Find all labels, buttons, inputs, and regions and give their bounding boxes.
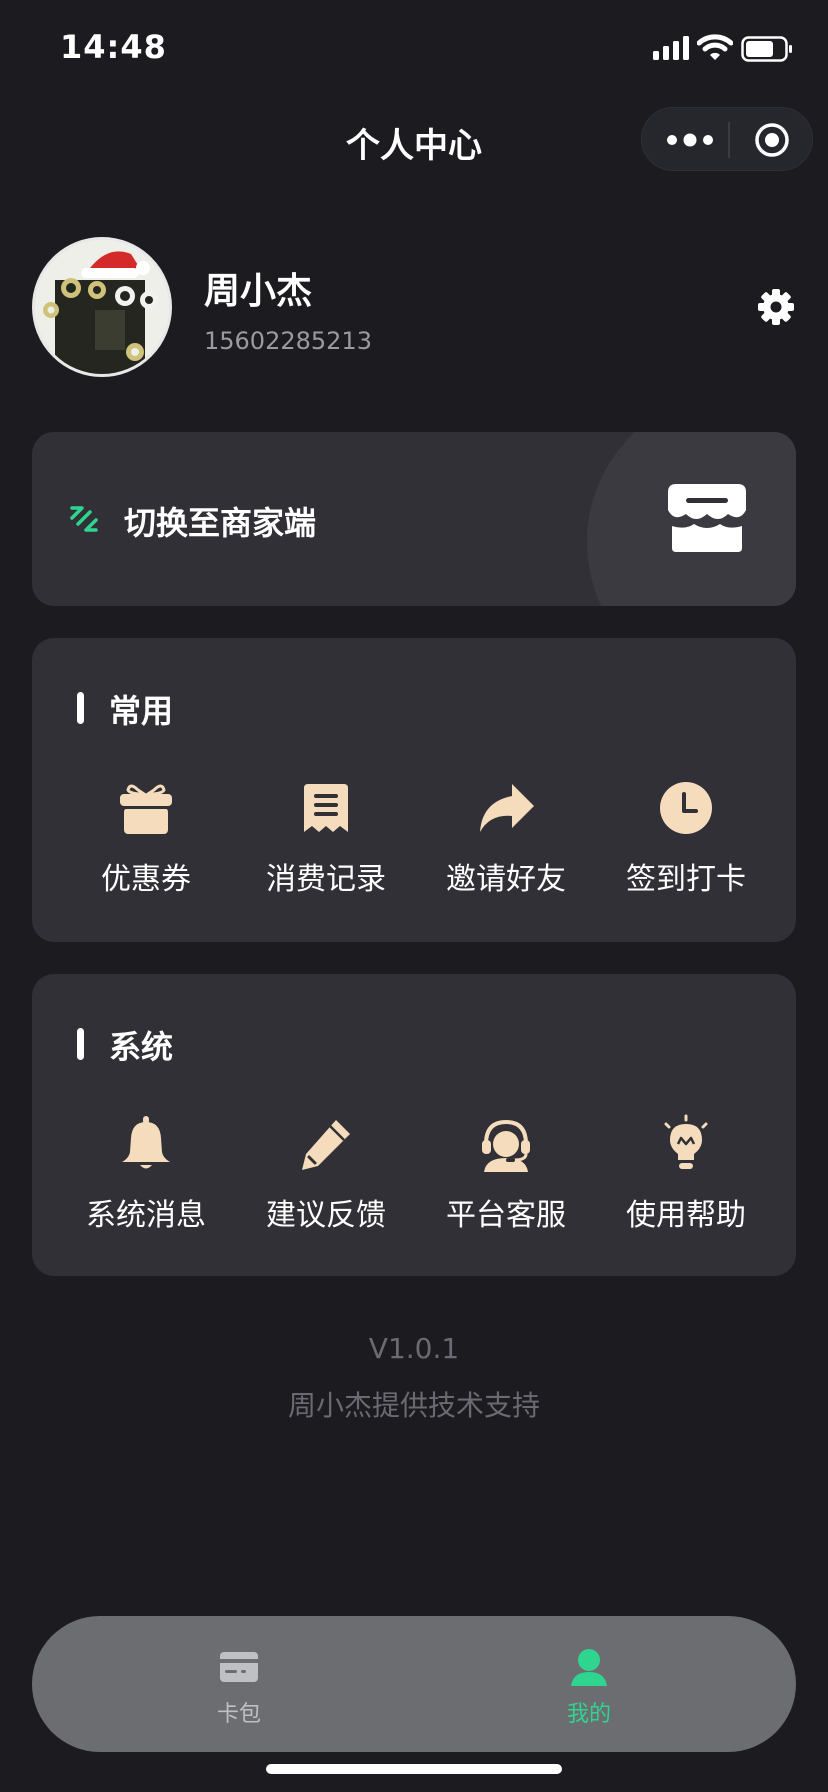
tech-support-credit: 周小杰提供技术支持	[287, 1389, 540, 1422]
avatar[interactable]	[32, 237, 172, 377]
help-label: 使用帮助	[626, 1198, 746, 1233]
switch-to-merchant-card[interactable]: 切换至商家端	[32, 432, 796, 606]
close-target-icon[interactable]	[754, 122, 790, 158]
section-title: 常用	[109, 692, 174, 730]
tab-mine-label: 我的	[566, 1702, 611, 1727]
share-arrow-icon	[480, 784, 534, 832]
help-button[interactable]: 使用帮助	[596, 1114, 776, 1234]
lightbulb-icon	[664, 1114, 708, 1169]
system-message-label: 系统消息	[86, 1198, 206, 1233]
common-section: 常用 优惠券 消费记录 邀请好友 签到打卡	[32, 638, 796, 942]
check-in-button[interactable]: 签到打卡	[596, 778, 776, 898]
gear-icon[interactable]	[757, 288, 795, 326]
coupon-label: 优惠券	[101, 862, 191, 897]
tab-wallet-label: 卡包	[216, 1702, 261, 1727]
gift-icon	[120, 784, 172, 834]
invite-friends-label: 邀请好友	[446, 862, 566, 897]
store-icon	[668, 484, 746, 552]
app-version: V1.0.1	[368, 1332, 460, 1365]
check-in-label: 签到打卡	[626, 862, 746, 897]
user-phone: 15602285213	[204, 327, 372, 355]
customer-service-label: 平台客服	[446, 1198, 566, 1233]
section-title: 系统	[109, 1028, 174, 1066]
more-icon[interactable]	[662, 128, 720, 152]
tab-mine[interactable]: 我的	[509, 1648, 669, 1728]
user-name: 周小杰	[204, 271, 313, 312]
bell-icon	[122, 1116, 170, 1169]
capsule-divider	[728, 122, 730, 158]
miniprogram-capsule	[641, 107, 813, 171]
invite-friends-button[interactable]: 邀请好友	[416, 778, 596, 898]
consumption-record-label: 消费记录	[266, 862, 386, 897]
system-section: 系统 系统消息 建议反馈 平台客服 使用帮助	[32, 974, 796, 1276]
user-icon	[571, 1649, 607, 1686]
receipt-icon	[304, 784, 348, 832]
system-message-button[interactable]: 系统消息	[56, 1114, 236, 1234]
headset-icon	[482, 1119, 530, 1172]
status-time: 14:48	[60, 28, 167, 66]
feedback-button[interactable]: 建议反馈	[236, 1114, 416, 1234]
home-indicator	[266, 1764, 562, 1774]
battery-icon	[741, 36, 792, 62]
signal-icon	[653, 36, 689, 60]
coupon-button[interactable]: 优惠券	[56, 778, 236, 898]
customer-service-button[interactable]: 平台客服	[416, 1114, 596, 1234]
tab-wallet[interactable]: 卡包	[159, 1648, 319, 1728]
feedback-label: 建议反馈	[266, 1198, 386, 1233]
wifi-icon	[697, 34, 733, 60]
card-icon	[220, 1652, 258, 1682]
pencil-icon	[302, 1120, 350, 1170]
consumption-record-button[interactable]: 消费记录	[236, 778, 416, 898]
avatar-image	[35, 240, 169, 374]
bottom-tab-bar: 卡包 我的	[32, 1616, 796, 1752]
switch-label: 切换至商家端	[124, 504, 317, 542]
section-marker	[77, 1028, 84, 1060]
clock-icon	[660, 782, 712, 834]
section-marker	[77, 692, 84, 724]
switch-icon	[70, 506, 98, 532]
